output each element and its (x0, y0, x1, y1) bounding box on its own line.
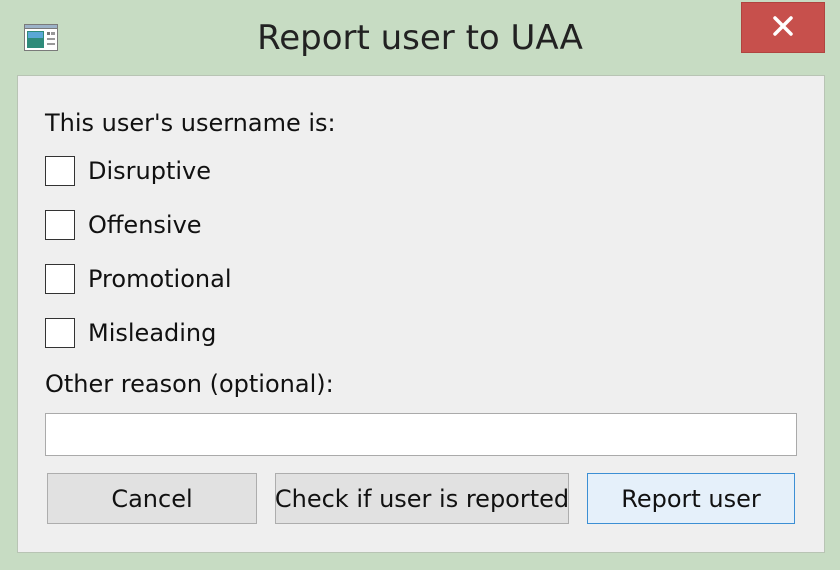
checkbox-label: Misleading (88, 319, 217, 347)
other-reason-input[interactable] (45, 413, 797, 456)
dialog-content: This user's username is: Disruptive Offe… (17, 75, 825, 553)
checkbox-box[interactable] (45, 318, 75, 348)
check-if-reported-button[interactable]: Check if user is reported (275, 473, 569, 524)
checkbox-box[interactable] (45, 156, 75, 186)
cancel-button[interactable]: Cancel (47, 473, 257, 524)
title-bar[interactable]: Report user to UAA (0, 0, 840, 74)
report-dialog-window: Report user to UAA This user's username … (0, 0, 840, 570)
checkbox-misleading[interactable]: Misleading (45, 317, 216, 349)
checkbox-label: Disruptive (88, 157, 212, 185)
checkbox-offensive[interactable]: Offensive (45, 209, 202, 241)
other-reason-label: Other reason (optional): (45, 370, 334, 398)
checkbox-label: Offensive (88, 211, 202, 239)
window-title: Report user to UAA (257, 18, 583, 58)
checkbox-label: Promotional (88, 265, 232, 293)
checkbox-box[interactable] (45, 264, 75, 294)
report-user-button[interactable]: Report user (587, 473, 795, 524)
checkbox-promotional[interactable]: Promotional (45, 263, 231, 295)
close-x-icon (772, 15, 794, 41)
username-prompt-label: This user's username is: (45, 109, 336, 137)
checkbox-box[interactable] (45, 210, 75, 240)
close-button[interactable] (741, 2, 825, 53)
checkbox-disruptive[interactable]: Disruptive (45, 155, 211, 187)
